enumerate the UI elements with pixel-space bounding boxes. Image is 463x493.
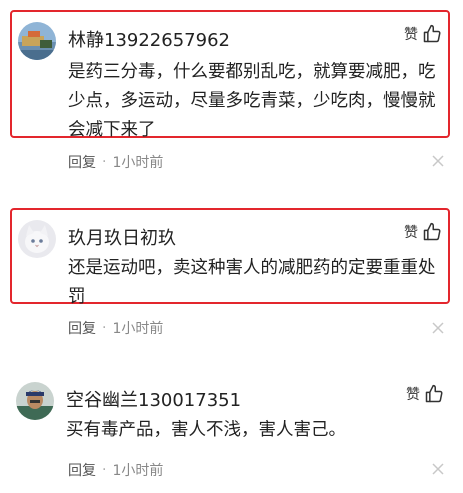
close-icon xyxy=(432,155,444,167)
cat-avatar-icon xyxy=(18,220,56,258)
like-button[interactable]: 赞 xyxy=(404,222,442,242)
meta-separator: · xyxy=(102,154,107,170)
thumbs-up-icon xyxy=(425,384,443,403)
person-avatar-icon xyxy=(16,382,54,420)
comment-username[interactable]: 空谷幽兰130017351 xyxy=(66,386,241,412)
avatar[interactable] xyxy=(18,220,56,258)
comment-highlight-box: 玖月玖日初玖 赞 还是运动吧，卖这种害人的减肥药的定要重重处罚 xyxy=(10,208,450,307)
comment-time: 1小时前 xyxy=(112,321,164,337)
reply-button[interactable]: 回复 xyxy=(68,318,96,338)
comment-body: 空谷幽兰130017351 赞 买有毒产品，害人不浅，害人害己。 xyxy=(10,372,450,452)
thumbs-up-icon xyxy=(423,222,441,241)
comment-meta: 回复 · 1小时前 xyxy=(68,318,163,338)
comment-username[interactable]: 林静13922657962 xyxy=(68,26,230,52)
comment-highlight-box: 林静13922657962 赞 是药三分毒，什么要都别乱吃，就算要减肥，吃少点，… xyxy=(10,10,450,140)
close-icon xyxy=(432,322,444,334)
dismiss-button[interactable] xyxy=(432,155,444,167)
landscape-avatar-icon xyxy=(18,22,56,60)
comment-text: 是药三分毒，什么要都别乱吃，就算要减肥，吃少点，多运动，尽量多吃青菜，少吃肉，慢… xyxy=(68,62,436,140)
comment-meta: 回复 · 1小时前 xyxy=(68,152,163,172)
comment-text: 买有毒产品，害人不浅，害人害己。 xyxy=(66,420,346,440)
meta-separator: · xyxy=(102,462,107,478)
dismiss-button[interactable] xyxy=(432,463,444,475)
reply-button[interactable]: 回复 xyxy=(68,460,96,480)
comment-username[interactable]: 玖月玖日初玖 xyxy=(68,224,176,250)
dismiss-button[interactable] xyxy=(432,322,444,334)
comment-meta: 回复 · 1小时前 xyxy=(68,460,163,480)
reply-button[interactable]: 回复 xyxy=(68,152,96,172)
avatar[interactable] xyxy=(18,22,56,60)
avatar[interactable] xyxy=(16,382,54,420)
comment-time: 1小时前 xyxy=(112,155,164,171)
comment-text: 还是运动吧，卖这种害人的减肥药的定要重重处罚 xyxy=(68,258,436,307)
close-icon xyxy=(432,463,444,475)
thumbs-up-icon xyxy=(423,24,441,43)
like-label: 赞 xyxy=(404,27,418,43)
like-label: 赞 xyxy=(404,225,418,241)
like-button[interactable]: 赞 xyxy=(406,384,444,404)
like-label: 赞 xyxy=(406,387,420,403)
meta-separator: · xyxy=(102,320,107,336)
comment-time: 1小时前 xyxy=(112,463,164,479)
like-button[interactable]: 赞 xyxy=(404,24,442,44)
